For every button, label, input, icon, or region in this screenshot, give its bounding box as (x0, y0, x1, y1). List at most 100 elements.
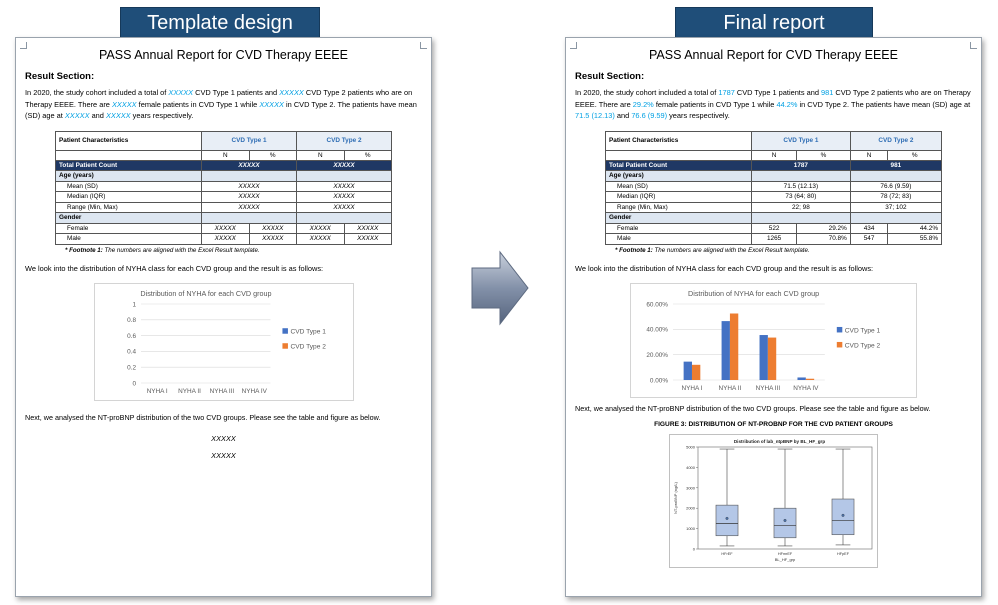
bar (797, 377, 806, 380)
y-tick-label: 3000 (686, 485, 696, 490)
mean-marker (841, 513, 845, 517)
table-header-group2: CVD Type 2 (296, 130, 392, 151)
cell-female: 29.2% (796, 222, 851, 234)
highlighted-value: XXXXX (105, 111, 131, 120)
legend-swatch (281, 328, 288, 334)
table-header-characteristics: Patient Characteristics (605, 130, 752, 151)
ntprobnp-boxplot: Distribution of lab_ntpBNP by BL_HF_grp 0… (669, 434, 878, 568)
bar (729, 313, 739, 380)
cell-male: XXXXX (201, 233, 250, 245)
box (715, 504, 739, 537)
legend-swatch (836, 341, 843, 348)
highlighted-value: 44.2% (776, 99, 798, 109)
template-design-banner: Template design (120, 7, 320, 39)
chart-title: Distribution of NYHA for each CVD group (688, 289, 819, 298)
cell-median-1: 73 (64; 80) (751, 191, 851, 203)
footnote: * Footnote 1: The numbers are aligned wi… (65, 246, 260, 254)
paragraph-text: in CVD Type 2. The patients have mean (S… (797, 99, 971, 109)
boxplot-svg: Distribution of lab_ntpBNP by BL_HF_grp 0… (673, 439, 873, 562)
transform-arrow-icon (471, 250, 529, 326)
table-header-group1: CVD Type 1 (751, 130, 851, 151)
final-report-banner: Final report (675, 7, 873, 39)
cell-median-2: 78 (72; 83) (849, 191, 943, 203)
paragraph-text: and (614, 111, 632, 120)
legend-label: CVD Type 1 (845, 327, 881, 334)
page-corner-mark (570, 42, 577, 49)
cell-mean-1: XXXXX (201, 180, 297, 192)
nyha-chart-final: Distribution of NYHA for each CVD group 0… (630, 283, 917, 398)
bar (767, 337, 777, 380)
paragraph-text: In 2020, the study cohort included a tot… (25, 88, 169, 97)
cell-mean-2: XXXXX (296, 180, 392, 192)
result-paragraph: In 2020, the study cohort included a tot… (575, 87, 972, 122)
placeholder-table: XXXXX (211, 434, 236, 443)
chart-title: Distribution of NYHA for each CVD group (140, 289, 271, 298)
y-tick-label: 1 (132, 301, 136, 308)
row-male-label: Male (55, 233, 202, 245)
legend-label: CVD Type 1 (290, 329, 326, 336)
highlighted-value: 29.2% (632, 99, 654, 109)
nyha-chart-template: Distribution of NYHA for each CVD group 0… (93, 283, 354, 401)
col-n: N (296, 149, 345, 161)
placeholder-figure: XXXXX (211, 451, 236, 460)
table-header-group2: CVD Type 2 (849, 130, 943, 151)
x-tick-label: NYHA I (681, 385, 702, 392)
cell-female: XXXXX (248, 222, 297, 234)
paragraph-text: years respectively. (130, 111, 194, 120)
highlighted-value: 76.6 (9.59) (631, 111, 668, 120)
cell-total-2: XXXXX (296, 159, 392, 171)
bar (759, 335, 768, 380)
box (773, 507, 797, 539)
x-axis-label: BL_HF_grp (775, 557, 796, 562)
y-tick-label: 20.00% (646, 352, 668, 359)
cell-range-1: 22; 98 (751, 201, 851, 213)
x-tick-label: HFmrEF (778, 552, 793, 556)
ntprobnp-intro-text: Next, we analysed the NT-proBNP distribu… (575, 404, 931, 413)
paragraph-text: CVD Type 1 patients and (734, 88, 821, 97)
cell-range-1: XXXXX (201, 201, 297, 213)
highlighted-value: 1787 (718, 88, 735, 97)
row-mean-label: Mean (SD) (55, 180, 202, 192)
row-age-label: Age (years) (605, 170, 752, 182)
cell-male: XXXXX (296, 233, 345, 245)
table-header-group1: CVD Type 1 (201, 130, 297, 151)
page-corner-mark (420, 42, 427, 49)
nyha-intro-text: We look into the distribution of NYHA cl… (25, 263, 324, 273)
ntprobnp-intro-text: Next, we analysed the NT-proBNP distribu… (25, 413, 381, 422)
y-tick-label: 5000 (686, 445, 696, 450)
y-tick-label: 0.4 (127, 349, 136, 356)
bar (805, 378, 815, 380)
x-tick-label: NYHA IV (793, 385, 819, 392)
row-median-label: Median (IQR) (55, 191, 202, 203)
row-female-label: Female (55, 222, 202, 234)
cell-male: XXXXX (343, 233, 392, 245)
cell-female: XXXXX (296, 222, 345, 234)
y-tick-label: 4000 (686, 465, 696, 470)
nyha-chart-svg: Distribution of NYHA for each CVD group 0… (127, 289, 326, 395)
row-gender-label: Gender (55, 212, 202, 224)
x-tick-label: NYHA IV (241, 388, 267, 395)
report-title: PASS Annual Report for CVD Therapy EEEE (99, 48, 348, 62)
highlighted-value: 981 (821, 88, 834, 97)
y-axis-label: NT-proBNP (ng/L) (673, 481, 678, 514)
y-tick-label: 1000 (686, 526, 696, 531)
col-pct: % (887, 149, 942, 161)
cell-median-2: XXXXX (296, 191, 392, 203)
x-tick-label: NYHA II (178, 388, 201, 395)
row-total-label: Total Patient Count (605, 159, 752, 171)
highlighted-value: XXXXX (279, 88, 304, 97)
row-total-label: Total Patient Count (55, 159, 202, 171)
mean-marker (725, 516, 729, 520)
row-range-label: Range (Min, Max) (605, 201, 752, 213)
row-gender-label: Gender (605, 212, 752, 224)
legend-swatch (281, 343, 288, 349)
x-tick-label: HFrEF (721, 552, 733, 556)
col-n: N (201, 149, 250, 161)
highlighted-value: XXXXX (64, 111, 90, 120)
col-pct: % (343, 149, 392, 161)
y-tick-label: 0.2 (127, 365, 136, 372)
y-tick-label: 0.00% (650, 377, 668, 384)
highlighted-value: XXXXX (111, 99, 137, 109)
row-median-label: Median (IQR) (605, 191, 752, 203)
cell-male: 547 (849, 233, 889, 245)
